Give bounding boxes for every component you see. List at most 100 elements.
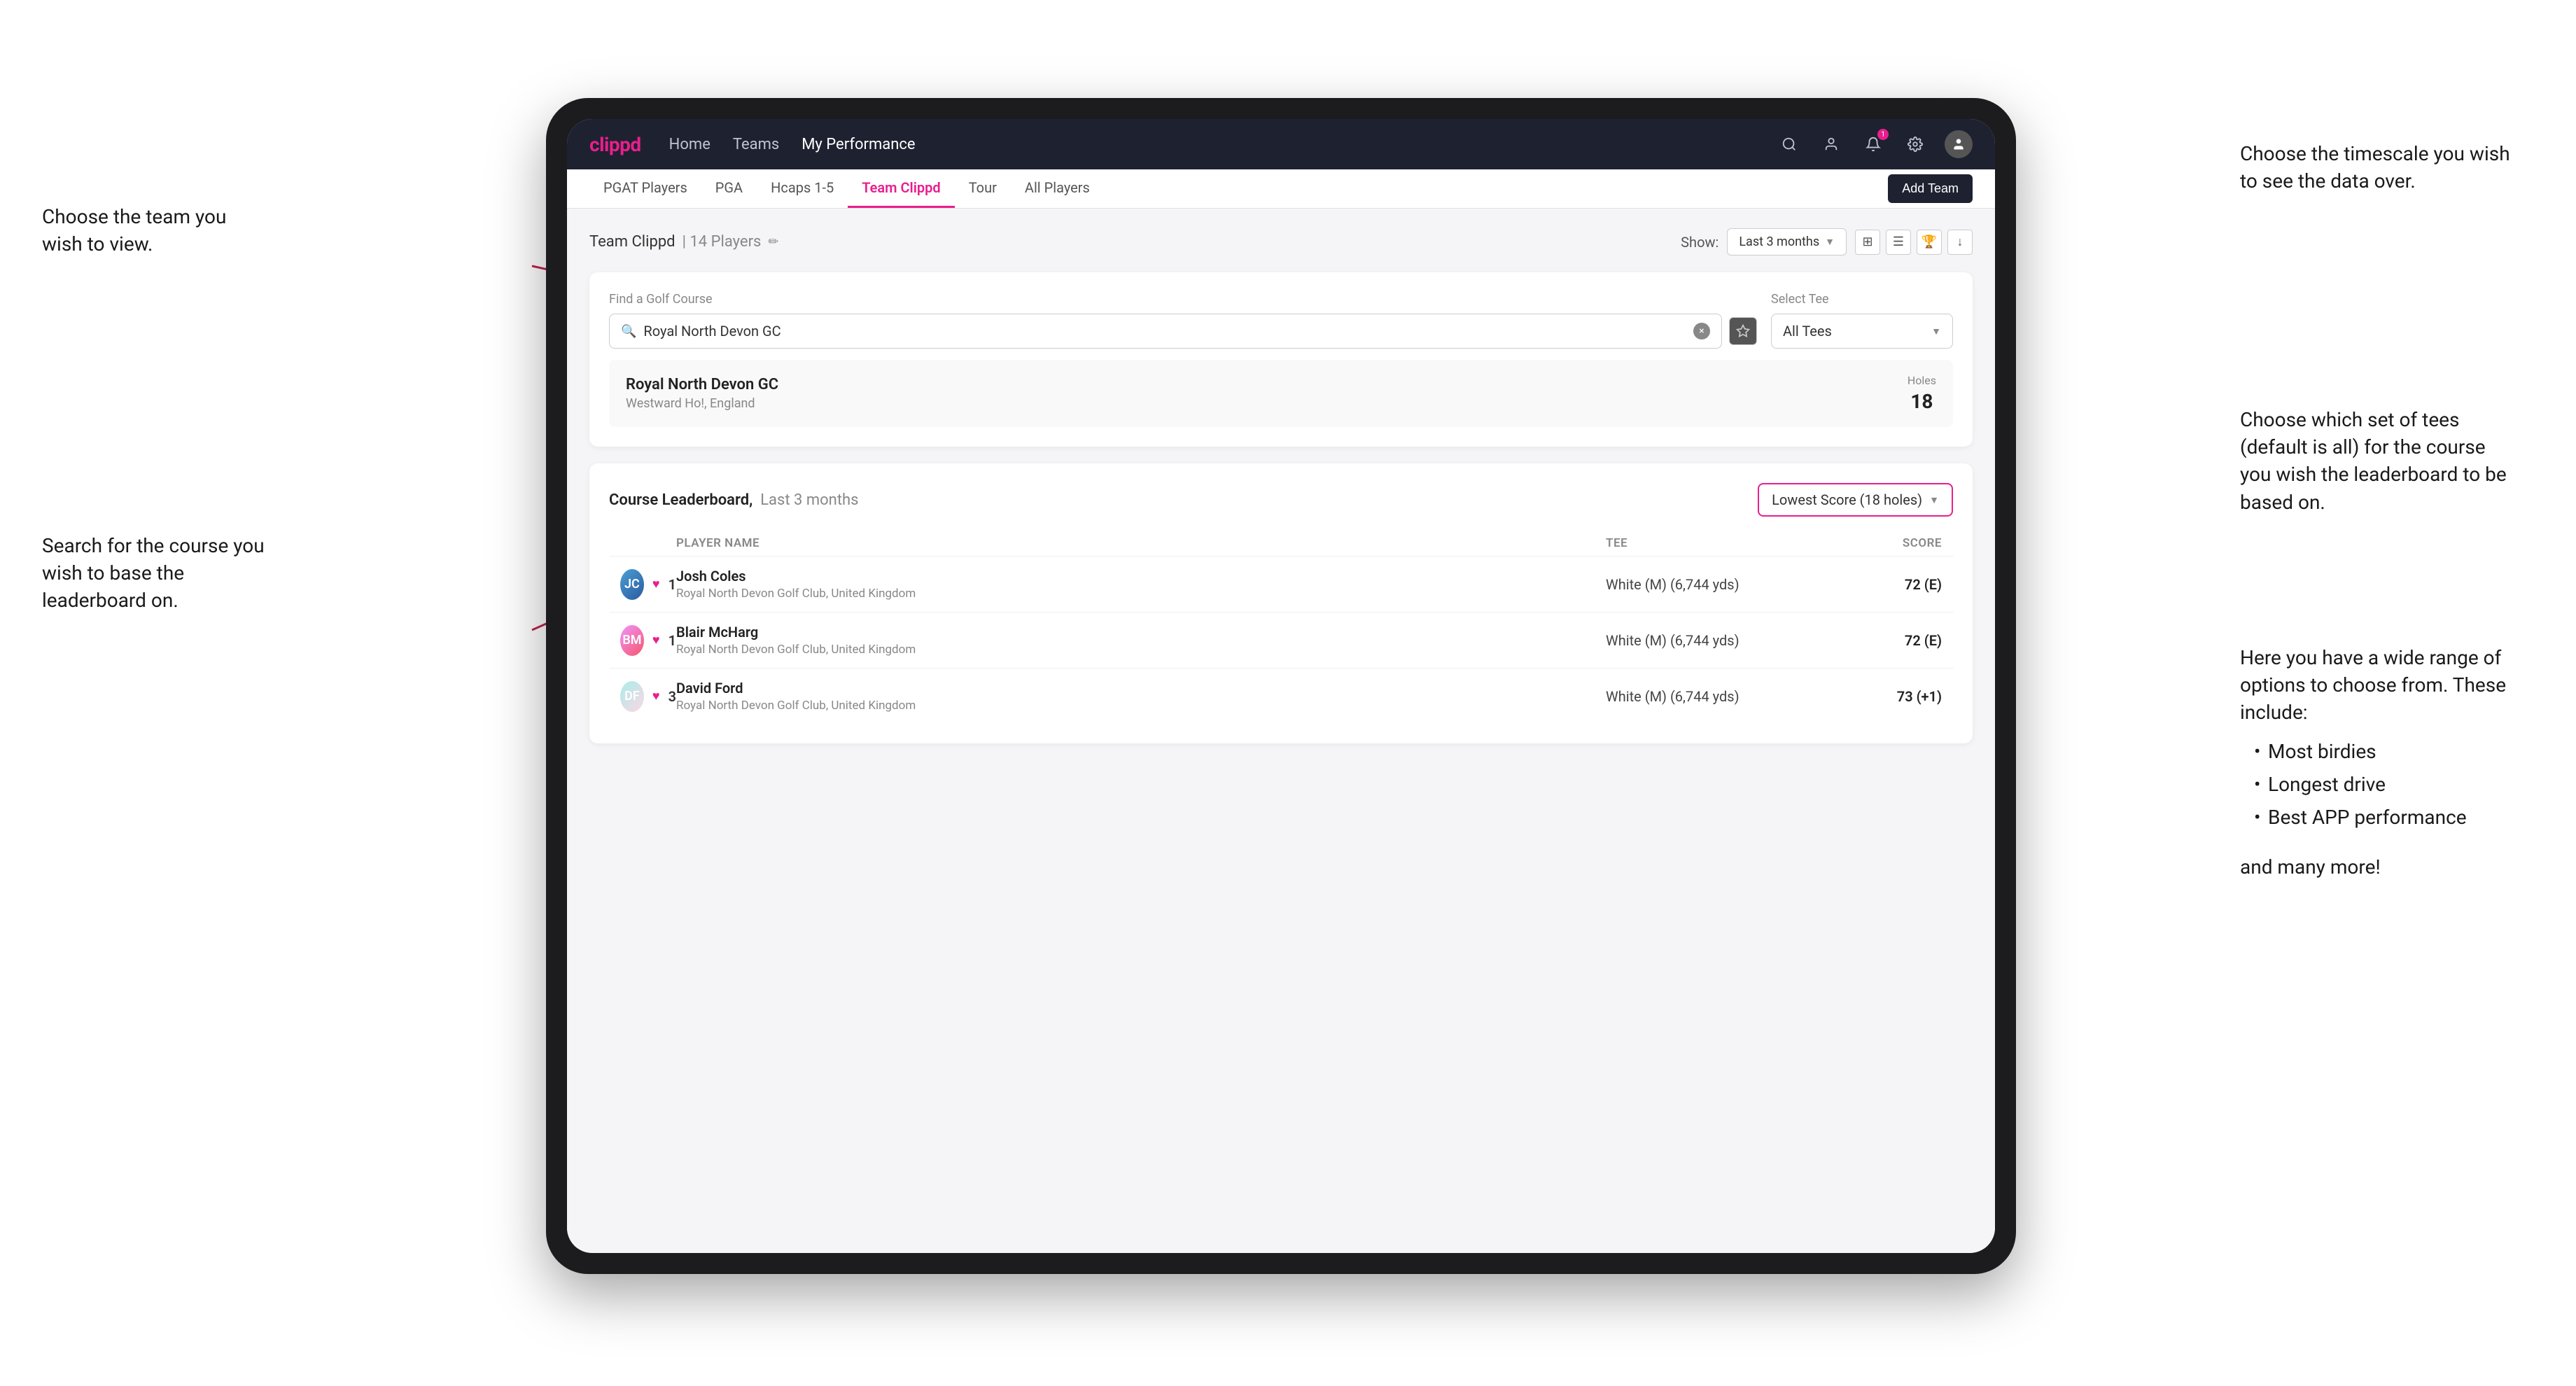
settings-icon[interactable]	[1903, 132, 1928, 157]
leaderboard-header: Course Leaderboard, Last 3 months Lowest…	[609, 483, 1953, 517]
favorite-button[interactable]	[1729, 317, 1757, 345]
tee-value: All Tees	[1783, 323, 1832, 340]
user-avatar[interactable]	[1945, 130, 1973, 158]
course-info: Royal North Devon GC Westward Ho!, Engla…	[626, 376, 778, 411]
subnav-tour[interactable]: Tour	[955, 169, 1011, 208]
course-search-card: Find a Golf Course 🔍 Royal North Devon G…	[589, 272, 1973, 447]
nav-bar: clippd Home Teams My Performance	[567, 119, 1995, 169]
score-value: 73 (+1)	[1816, 688, 1942, 705]
rank-number: 1	[668, 576, 676, 593]
player-avatar: JC	[620, 569, 644, 600]
team-header: Team Clippd | 14 Players ✏ Show: Last 3 …	[589, 228, 1973, 255]
show-controls: Show: Last 3 months ▼ ⊞ ☰ 🏆 ↓	[1681, 228, 1973, 255]
option-item: Best APP performance	[2254, 804, 2520, 831]
trophy-icon[interactable]: 🏆	[1917, 230, 1942, 255]
and-more: and many more!	[2240, 853, 2520, 881]
player-count: | 14 Players	[682, 233, 762, 251]
col-tee: TEE	[1606, 536, 1816, 550]
heart-icon: ♥	[652, 689, 660, 704]
main-content: Team Clippd | 14 Players ✏ Show: Last 3 …	[567, 209, 1995, 1253]
player-name: David Ford	[676, 680, 1606, 696]
col-rank	[620, 536, 676, 550]
option-item: Longest drive	[2254, 771, 2520, 798]
table-row: DF ♥ 3 David Ford Royal North Devon Golf…	[609, 668, 1953, 724]
bell-icon[interactable]: 1	[1861, 132, 1886, 157]
nav-my-performance[interactable]: My Performance	[802, 136, 915, 153]
nav-right: 1	[1777, 130, 1973, 158]
clear-search-button[interactable]: ×	[1693, 323, 1710, 340]
option-item: Most birdies	[2254, 738, 2520, 765]
tee-select-group: Select Tee All Tees ▼	[1771, 292, 1953, 349]
tee-info: White (M) (6,744 yds)	[1606, 688, 1816, 705]
player-info: Josh Coles Royal North Devon Golf Club, …	[676, 568, 1606, 601]
rank-number: 1	[668, 632, 676, 649]
tee-chevron-icon: ▼	[1931, 326, 1941, 337]
tees-annotation: Choose which set of tees (default is all…	[2240, 406, 2520, 516]
player-club: Royal North Devon Golf Club, United King…	[676, 643, 1606, 657]
timescale-dropdown[interactable]: Last 3 months ▼	[1727, 228, 1847, 255]
leaderboard-title: Course Leaderboard, Last 3 months	[609, 491, 859, 509]
options-annotation: Here you have a wide range of options to…	[2240, 644, 2520, 881]
player-club: Royal North Devon Golf Club, United King…	[676, 699, 1606, 713]
search-icon: 🔍	[621, 324, 636, 339]
subnav-hcaps[interactable]: Hcaps 1-5	[757, 169, 848, 208]
course-name: Royal North Devon GC	[626, 376, 778, 393]
heart-icon: ♥	[652, 577, 660, 592]
tee-info: White (M) (6,744 yds)	[1606, 632, 1816, 649]
holes-box: Holes 18	[1907, 374, 1936, 413]
grid-view-button[interactable]: ⊞	[1855, 230, 1880, 255]
download-icon[interactable]: ↓	[1947, 230, 1973, 255]
player-avatar: DF	[620, 681, 644, 712]
leaderboard-card: Course Leaderboard, Last 3 months Lowest…	[589, 463, 1973, 743]
col-score: SCORE	[1816, 536, 1942, 550]
course-search-value: Royal North Devon GC	[643, 323, 1686, 340]
select-tee-label: Select Tee	[1771, 292, 1953, 307]
course-search-field[interactable]: 🔍 Royal North Devon GC ×	[609, 314, 1722, 349]
search-icon[interactable]	[1777, 132, 1802, 157]
table-row: BM ♥ 1 Blair McHarg Royal North Devon Go…	[609, 612, 1953, 668]
subnav-pga[interactable]: PGA	[701, 169, 757, 208]
holes-label: Holes	[1907, 374, 1936, 387]
nav-teams[interactable]: Teams	[733, 136, 779, 153]
chevron-down-icon: ▼	[1825, 236, 1835, 248]
player-rank: DF ♥ 3	[620, 681, 676, 712]
player-info: Blair McHarg Royal North Devon Golf Club…	[676, 624, 1606, 657]
score-chevron-icon: ▼	[1929, 494, 1939, 506]
search-row: Find a Golf Course 🔍 Royal North Devon G…	[609, 292, 1953, 349]
add-team-button[interactable]: Add Team	[1888, 174, 1973, 203]
find-course-group: Find a Golf Course 🔍 Royal North Devon G…	[609, 292, 1757, 349]
score-type-value: Lowest Score (18 holes)	[1772, 491, 1922, 508]
heart-icon: ♥	[652, 633, 660, 648]
col-player-name: PLAYER NAME	[676, 536, 1606, 550]
table-header: PLAYER NAME TEE SCORE	[609, 531, 1953, 556]
sub-nav: PGAT Players PGA Hcaps 1-5 Team Clippd T…	[567, 169, 1995, 209]
view-icons: ⊞ ☰ 🏆 ↓	[1855, 230, 1973, 255]
subnav-team-clippd[interactable]: Team Clippd	[848, 169, 954, 208]
team-name: Team Clippd	[589, 233, 676, 251]
player-avatar: BM	[620, 625, 644, 656]
nav-links: Home Teams My Performance	[669, 136, 916, 153]
score-type-dropdown[interactable]: Lowest Score (18 holes) ▼	[1758, 483, 1953, 517]
person-icon[interactable]	[1819, 132, 1844, 157]
subnav-all-players[interactable]: All Players	[1011, 169, 1104, 208]
edit-icon[interactable]: ✏	[768, 234, 778, 249]
find-course-label: Find a Golf Course	[609, 292, 1757, 307]
player-rank: JC ♥ 1	[620, 569, 676, 600]
tablet-screen: clippd Home Teams My Performance	[567, 119, 1995, 1253]
player-club: Royal North Devon Golf Club, United King…	[676, 587, 1606, 601]
tee-dropdown[interactable]: All Tees ▼	[1771, 314, 1953, 349]
tee-info: White (M) (6,744 yds)	[1606, 576, 1816, 593]
list-view-button[interactable]: ☰	[1886, 230, 1911, 255]
show-label: Show:	[1681, 234, 1718, 251]
team-title: Team Clippd | 14 Players ✏	[589, 233, 778, 251]
rank-number: 3	[668, 688, 676, 705]
tablet-device: clippd Home Teams My Performance	[546, 98, 2016, 1274]
player-info: David Ford Royal North Devon Golf Club, …	[676, 680, 1606, 713]
notification-badge: 1	[1877, 129, 1889, 140]
score-value: 72 (E)	[1816, 576, 1942, 593]
table-row: JC ♥ 1 Josh Coles Royal North Devon Golf…	[609, 556, 1953, 612]
subnav-pgat[interactable]: PGAT Players	[589, 169, 701, 208]
team-annotation: Choose the team you wish to view.	[42, 203, 266, 258]
nav-home[interactable]: Home	[669, 136, 710, 153]
player-rank: BM ♥ 1	[620, 625, 676, 656]
